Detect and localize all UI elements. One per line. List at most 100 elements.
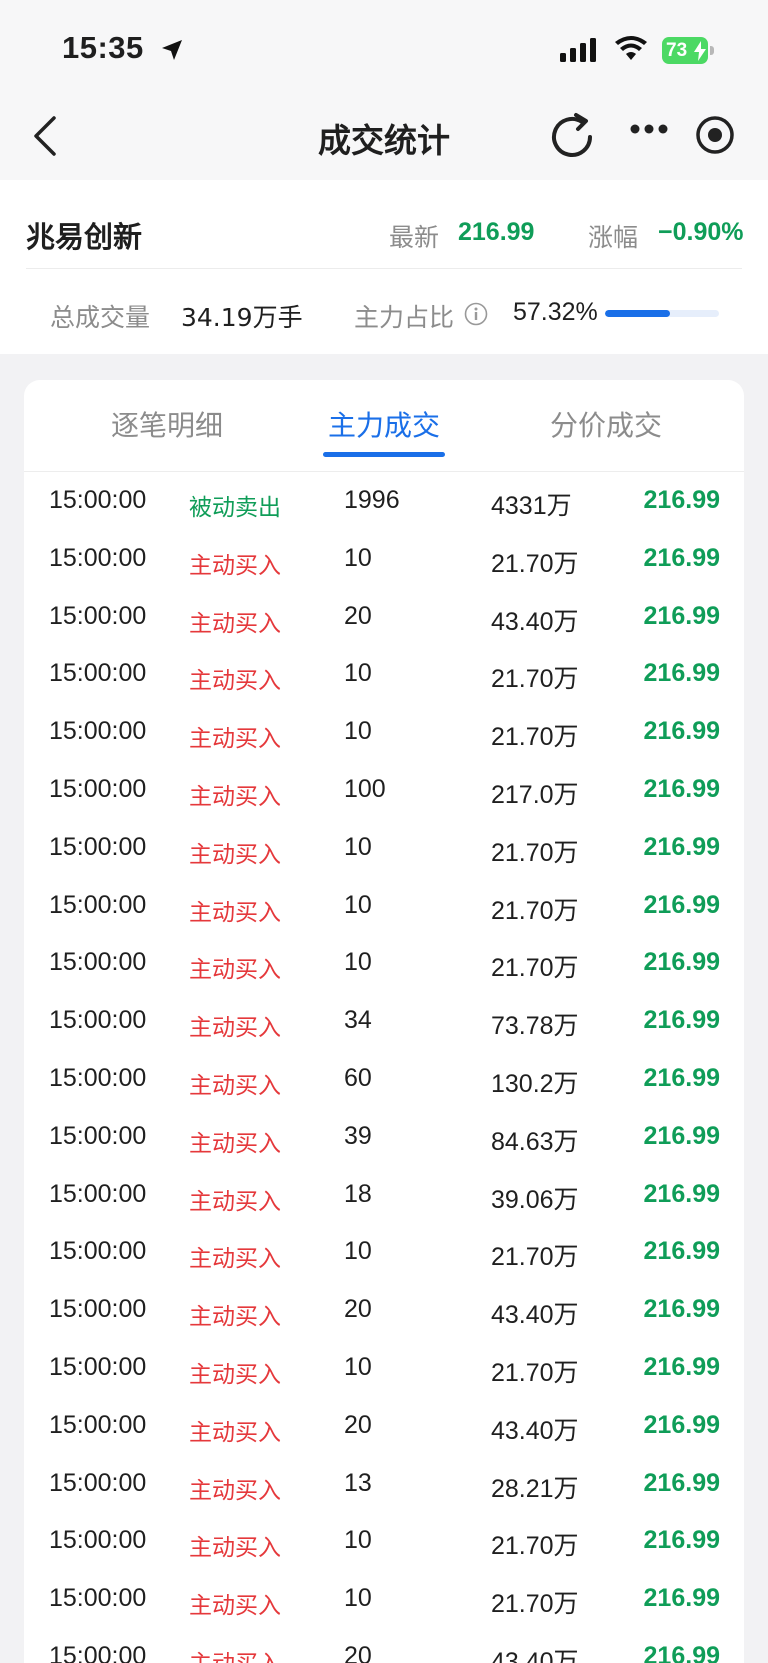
- trade-quantity: 1996: [344, 486, 400, 514]
- trade-amount: 84.63万: [491, 1127, 579, 1156]
- trade-time: 15:00:00: [49, 832, 147, 861]
- divider: [26, 268, 742, 269]
- trade-time: 15:00:00: [49, 601, 147, 630]
- trade-amount: 21.70万: [491, 896, 579, 925]
- trade-row: 15:00:00 主动买入 20 43.40万 216.99: [24, 588, 744, 646]
- trade-amount: 21.70万: [491, 1358, 579, 1387]
- trade-time: 15:00:00: [49, 486, 147, 514]
- change-label: 涨幅: [588, 223, 639, 252]
- trade-amount: 21.70万: [491, 723, 579, 752]
- trade-type: 主动买入: [189, 1130, 281, 1157]
- trade-time: 15:00:00: [49, 948, 147, 977]
- trade-time: 15:00:00: [49, 659, 147, 688]
- trade-row: 15:00:00 主动买入 10 21.70万 216.99: [24, 934, 744, 992]
- trade-list-card: 逐笔明细 主力成交 分价成交 15:00:00 被动卖出 1996 4331万 216.…: [24, 380, 744, 1663]
- trade-quantity: 10: [344, 543, 372, 572]
- trade-type: 主动买入: [189, 726, 281, 753]
- trade-type: 主动买入: [189, 1015, 281, 1042]
- trade-amount: 21.70万: [491, 549, 579, 578]
- more-icon[interactable]: [630, 123, 668, 135]
- trade-price: 216.99: [643, 1352, 720, 1381]
- trade-price: 216.99: [643, 1641, 720, 1663]
- tab-main-trades[interactable]: 主力成交: [284, 404, 484, 444]
- trade-quantity: 10: [344, 1584, 372, 1613]
- main-ratio-value: 57.32%: [513, 298, 598, 326]
- trade-time: 15:00:00: [49, 1295, 147, 1324]
- tab-price-trades[interactable]: 分价成交: [506, 404, 706, 444]
- trade-row: 15:00:00 主动买入 10 21.70万 216.99: [24, 1570, 744, 1628]
- active-tab-indicator: [323, 452, 445, 457]
- trade-price: 216.99: [643, 1410, 720, 1439]
- trade-quantity: 34: [344, 1006, 372, 1035]
- trade-amount: 43.40万: [491, 1647, 579, 1663]
- trade-type: 主动买入: [189, 1477, 281, 1504]
- change-value: −0.90%: [658, 218, 744, 246]
- trade-quantity: 60: [344, 1063, 372, 1092]
- trade-quantity: 13: [344, 1468, 372, 1497]
- trade-time: 15:00:00: [49, 1468, 147, 1497]
- trade-time: 15:00:00: [49, 543, 147, 572]
- trade-row: 15:00:00 主动买入 10 21.70万 216.99: [24, 1512, 744, 1570]
- cellular-signal-icon: [560, 38, 596, 62]
- trade-type: 主动买入: [189, 783, 281, 810]
- trade-quantity: 10: [344, 659, 372, 688]
- trade-type: 主动买入: [189, 1644, 281, 1663]
- trade-row: 15:00:00 主动买入 20 43.40万 216.99: [24, 1628, 744, 1663]
- trade-amount: 21.70万: [491, 838, 579, 867]
- trade-time: 15:00:00: [49, 1352, 147, 1381]
- trade-type: 主动买入: [189, 1072, 281, 1099]
- trade-quantity: 20: [344, 1410, 372, 1439]
- trade-price: 216.99: [643, 486, 720, 514]
- tab-bar: 逐笔明细 主力成交 分价成交: [24, 380, 744, 472]
- trade-price: 216.99: [643, 1468, 720, 1497]
- trade-quantity: 39: [344, 1121, 372, 1150]
- trade-type: 主动买入: [189, 899, 281, 926]
- status-time: 15:35: [62, 30, 144, 65]
- trade-price: 216.99: [643, 1179, 720, 1208]
- trade-time: 15:00:00: [49, 1006, 147, 1035]
- trade-price: 216.99: [643, 1063, 720, 1092]
- trade-type: 主动买入: [189, 1304, 281, 1331]
- trade-type: 被动卖出: [189, 495, 281, 521]
- trade-price: 216.99: [643, 948, 720, 977]
- trade-quantity: 20: [344, 1295, 372, 1324]
- refresh-icon[interactable]: [546, 111, 598, 163]
- trade-time: 15:00:00: [49, 1526, 147, 1555]
- trade-type: 主动买入: [189, 1188, 281, 1215]
- trade-price: 216.99: [643, 1006, 720, 1035]
- trade-time: 15:00:00: [49, 1063, 147, 1092]
- trade-type: 主动买入: [189, 1419, 281, 1446]
- info-icon[interactable]: [464, 302, 488, 326]
- trade-type: 主动买入: [189, 841, 281, 868]
- trade-quantity: 10: [344, 1352, 372, 1381]
- tab-tick-detail[interactable]: 逐笔明细: [67, 404, 267, 444]
- trade-amount: 217.0万: [491, 780, 579, 809]
- trade-quantity: 10: [344, 832, 372, 861]
- latest-label: 最新: [389, 223, 440, 252]
- trade-quantity: 10: [344, 717, 372, 746]
- trade-quantity: 10: [344, 948, 372, 977]
- trade-amount: 73.78万: [491, 1012, 579, 1041]
- close-target-icon[interactable]: [694, 114, 736, 156]
- trade-type: 主动买入: [189, 1246, 281, 1273]
- trade-price: 216.99: [643, 832, 720, 861]
- trade-time: 15:00:00: [49, 1584, 147, 1613]
- trade-row: 15:00:00 被动卖出 1996 4331万 216.99: [24, 472, 744, 530]
- main-ratio-bar: [605, 310, 719, 317]
- trade-price: 216.99: [643, 774, 720, 803]
- trade-quantity: 100: [344, 774, 386, 803]
- location-arrow-icon: [162, 40, 182, 60]
- trade-amount: 43.40万: [491, 607, 579, 636]
- trade-price: 216.99: [643, 1584, 720, 1613]
- trade-price: 216.99: [643, 1121, 720, 1150]
- trade-time: 15:00:00: [49, 890, 147, 919]
- trade-amount: 21.70万: [491, 1532, 579, 1561]
- trade-amount: 39.06万: [491, 1185, 579, 1214]
- stock-summary: 兆易创新 最新 216.99 涨幅 −0.90% 总成交量 34.19万手 主力…: [0, 180, 768, 354]
- trade-row: 15:00:00 主动买入 20 43.40万 216.99: [24, 1281, 744, 1339]
- status-bar: 15:35 73: [0, 0, 768, 96]
- trade-type: 主动买入: [189, 1535, 281, 1562]
- trade-row: 15:00:00 主动买入 39 84.63万 216.99: [24, 1108, 744, 1166]
- trade-row: 15:00:00 主动买入 60 130.2万 216.99: [24, 1050, 744, 1108]
- trade-amount: 130.2万: [491, 1069, 579, 1098]
